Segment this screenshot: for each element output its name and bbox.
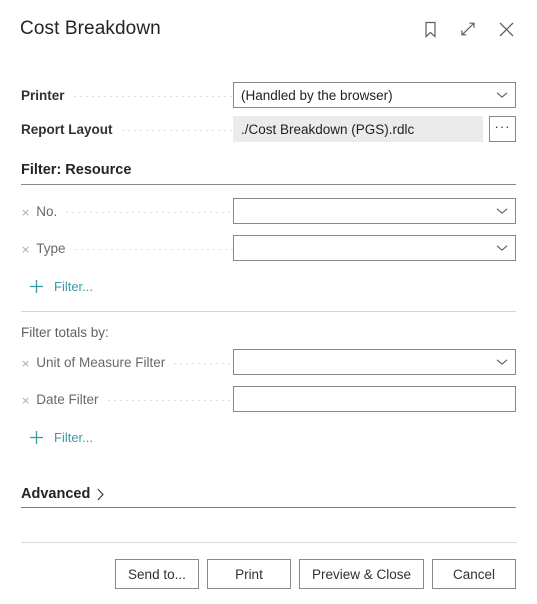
date-filter-label-group: × Date Filter <box>21 392 233 407</box>
leader-dots <box>71 95 233 97</box>
leader-dots <box>105 399 233 401</box>
resource-type-row: × Type <box>21 233 516 263</box>
add-resource-filter-label: Filter... <box>54 278 94 294</box>
resource-type-label: Type <box>36 240 66 256</box>
dialog-content: Printer (Handled by the browser) Report … <box>0 58 537 508</box>
resource-no-select[interactable] <box>233 198 516 224</box>
printer-row: Printer (Handled by the browser) <box>21 80 516 110</box>
print-button[interactable]: Print <box>206 559 291 589</box>
advanced-label: Advanced <box>21 486 91 502</box>
expand-icon[interactable] <box>457 18 479 40</box>
clear-filter-icon[interactable]: × <box>21 395 30 406</box>
clear-filter-icon[interactable]: × <box>21 358 30 369</box>
printer-value: (Handled by the browser) <box>241 87 393 103</box>
report-layout-value: ./Cost Breakdown (PGS).rdlc <box>241 121 415 137</box>
filter-resource-section: Filter: Resource <box>21 148 516 185</box>
report-layout-field[interactable]: ./Cost Breakdown (PGS).rdlc <box>233 116 483 142</box>
uom-filter-select[interactable] <box>233 349 516 375</box>
plus-icon <box>28 278 44 294</box>
send-to-button[interactable]: Send to... <box>114 559 199 589</box>
add-totals-filter-label: Filter... <box>54 429 94 445</box>
advanced-section: Advanced <box>21 486 516 508</box>
date-filter-row: × Date Filter <box>21 384 516 414</box>
preview-close-button[interactable]: Preview & Close <box>298 559 424 589</box>
add-totals-filter-link[interactable]: Filter... <box>28 426 93 448</box>
clear-filter-icon[interactable]: × <box>21 207 30 218</box>
printer-label-group: Printer <box>21 88 233 103</box>
report-layout-browse-button[interactable]: ··· <box>489 116 516 142</box>
advanced-divider <box>21 507 516 508</box>
resource-type-input-wrap <box>233 234 516 262</box>
resource-no-input-wrap <box>233 197 516 225</box>
chevron-down-icon[interactable] <box>495 88 509 102</box>
resource-no-row: × No. <box>21 196 516 226</box>
plus-icon <box>28 429 44 445</box>
section-divider <box>21 184 516 185</box>
close-icon[interactable] <box>495 18 517 40</box>
date-filter-input[interactable] <box>233 386 516 412</box>
dialog-titlebar: Cost Breakdown <box>0 0 537 58</box>
page-title: Cost Breakdown <box>20 18 161 39</box>
resource-type-label-group: × Type <box>21 241 233 256</box>
report-layout-label-group: Report Layout <box>21 122 233 137</box>
resource-type-select[interactable] <box>233 235 516 261</box>
resource-no-label: No. <box>36 203 58 219</box>
footer-divider <box>21 542 517 543</box>
filter-totals-divider <box>21 311 516 312</box>
dialog-footer: Send to... Print Preview & Close Cancel <box>0 559 537 589</box>
report-layout-input-wrap: ./Cost Breakdown (PGS).rdlc ··· <box>233 115 516 143</box>
uom-filter-input-wrap <box>233 348 516 376</box>
titlebar-actions <box>419 18 521 40</box>
clear-filter-icon[interactable]: × <box>21 244 30 255</box>
printer-select[interactable]: (Handled by the browser) <box>233 82 516 108</box>
leader-dots <box>119 129 233 131</box>
leader-dots <box>64 211 233 213</box>
uom-filter-label-group: × Unit of Measure Filter <box>21 355 233 370</box>
report-layout-label: Report Layout <box>21 121 113 137</box>
date-filter-input-wrap <box>233 385 516 413</box>
filter-totals-subhead: Filter totals by: <box>21 324 109 340</box>
date-filter-label: Date Filter <box>36 391 99 407</box>
advanced-toggle[interactable]: Advanced <box>21 486 106 507</box>
chevron-down-icon[interactable] <box>495 204 509 218</box>
leader-dots <box>72 248 233 250</box>
report-layout-row: Report Layout ./Cost Breakdown (PGS).rdl… <box>21 114 516 144</box>
chevron-down-icon[interactable] <box>495 355 509 369</box>
cancel-button[interactable]: Cancel <box>432 559 516 589</box>
printer-input-wrap: (Handled by the browser) <box>233 81 516 109</box>
uom-filter-label: Unit of Measure Filter <box>36 354 166 370</box>
bookmark-icon[interactable] <box>419 18 441 40</box>
chevron-down-icon[interactable] <box>495 241 509 255</box>
chevron-right-icon <box>94 487 106 501</box>
uom-filter-row: × Unit of Measure Filter <box>21 347 516 377</box>
printer-label: Printer <box>21 87 65 103</box>
leader-dots <box>172 362 233 364</box>
filter-resource-title: Filter: Resource <box>21 162 132 178</box>
add-resource-filter-link[interactable]: Filter... <box>28 275 93 297</box>
resource-no-label-group: × No. <box>21 204 233 219</box>
